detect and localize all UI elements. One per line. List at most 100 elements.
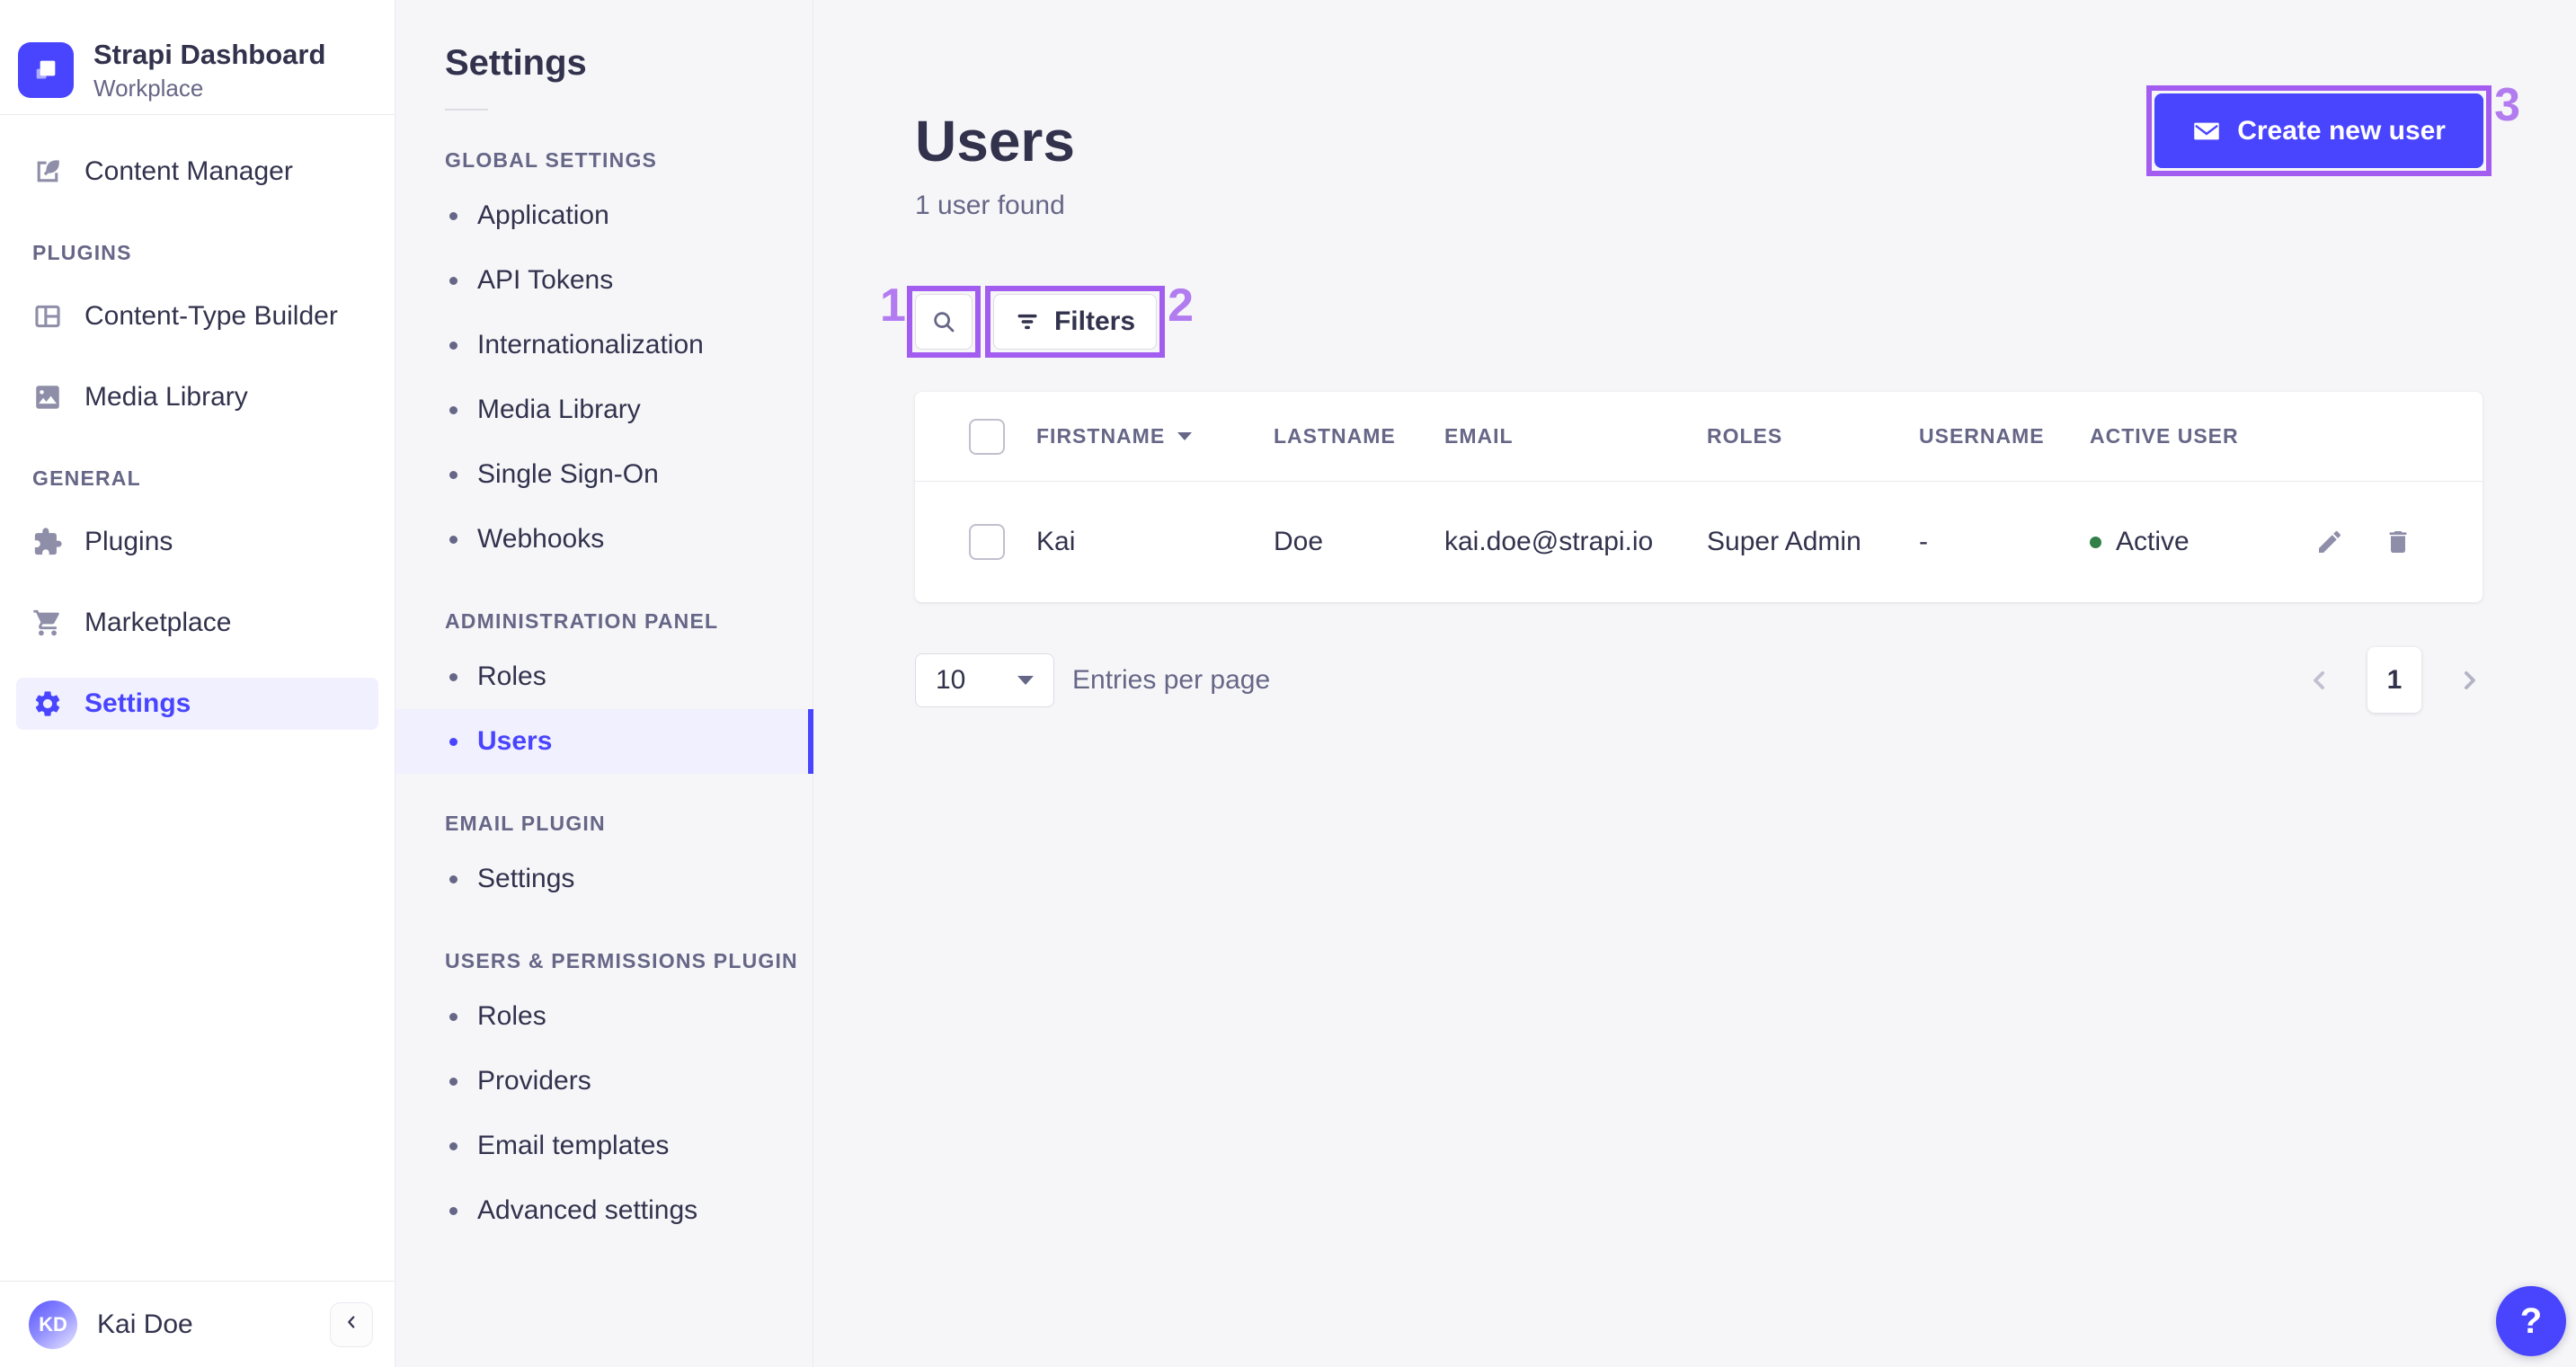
workspace-title: Strapi Dashboard bbox=[93, 38, 326, 70]
create-new-user-label: Create new user bbox=[2237, 115, 2446, 146]
subnav-item-up-roles[interactable]: Roles bbox=[395, 984, 813, 1049]
active-status-dot bbox=[2090, 536, 2101, 548]
bullet-icon bbox=[449, 672, 457, 681]
workspace-brand[interactable]: Strapi Dashboard Workplace bbox=[0, 0, 395, 115]
page-size-value: 10 bbox=[936, 664, 966, 695]
column-header-active-user[interactable]: ACTIVE USER bbox=[2090, 424, 2276, 448]
subnav-item-webhooks[interactable]: Webhooks bbox=[395, 507, 813, 572]
subnav-item-email-settings[interactable]: Settings bbox=[395, 847, 813, 911]
cell-active-status: Active bbox=[2090, 527, 2276, 557]
chevron-left-icon bbox=[342, 1312, 361, 1336]
annotation-box-1: 1 bbox=[880, 282, 981, 358]
previous-page-button[interactable] bbox=[2306, 667, 2333, 694]
strapi-admin-app: Strapi Dashboard Workplace Content Manag… bbox=[0, 0, 2576, 1367]
bullet-icon bbox=[449, 737, 457, 746]
subnav-item-label: API Tokens bbox=[477, 265, 614, 295]
column-label: ACTIVE USER bbox=[2090, 424, 2239, 448]
annotation-label-1: 1 bbox=[880, 280, 906, 332]
subnav-item-single-sign-on[interactable]: Single Sign-On bbox=[395, 442, 813, 507]
subnav-item-email-templates[interactable]: Email templates bbox=[395, 1114, 813, 1178]
help-button[interactable]: ? bbox=[2496, 1286, 2566, 1356]
bullet-icon bbox=[449, 1206, 457, 1215]
search-icon bbox=[930, 308, 957, 335]
column-header-firstname[interactable]: FIRSTNAME bbox=[1036, 424, 1274, 448]
collapse-sidebar-button[interactable] bbox=[330, 1301, 373, 1347]
subnav-item-label: Roles bbox=[477, 661, 546, 691]
subnav-item-admin-users[interactable]: Users bbox=[395, 709, 813, 774]
puzzle-icon bbox=[32, 527, 63, 557]
sidebar-item-settings[interactable]: Settings bbox=[16, 678, 378, 730]
layout-icon bbox=[32, 301, 63, 332]
subnav-item-admin-roles[interactable]: Roles bbox=[395, 644, 813, 709]
strapi-logo-icon bbox=[18, 42, 74, 98]
annotation-box-2: 2 Filters bbox=[985, 282, 1194, 358]
list-toolbar: 1 2 Filters bbox=[880, 282, 2492, 358]
delete-user-button[interactable] bbox=[2384, 528, 2412, 556]
workspace-subtitle: Workplace bbox=[93, 75, 204, 102]
sidebar-item-plugins[interactable]: Plugins bbox=[16, 516, 378, 568]
subnav-item-api-tokens[interactable]: API Tokens bbox=[395, 248, 813, 313]
search-button[interactable] bbox=[915, 294, 973, 350]
sidebar-section-plugins: PLUGINS bbox=[32, 241, 132, 264]
subnav-item-application[interactable]: Application bbox=[395, 183, 813, 248]
page-title: Users bbox=[915, 109, 1075, 173]
next-page-button[interactable] bbox=[2456, 667, 2483, 694]
bullet-icon bbox=[449, 874, 457, 883]
column-label: FIRSTNAME bbox=[1036, 424, 1166, 448]
chevron-down-icon bbox=[1017, 675, 1034, 685]
bullet-icon bbox=[449, 470, 457, 479]
bullet-icon bbox=[449, 1141, 457, 1150]
subnav-item-label: Providers bbox=[477, 1066, 591, 1096]
bullet-icon bbox=[449, 405, 457, 414]
sidebar-item-media-library[interactable]: Media Library bbox=[16, 371, 378, 423]
cart-icon bbox=[32, 608, 63, 638]
sidebar-item-marketplace[interactable]: Marketplace bbox=[16, 597, 378, 649]
annotation-label-3: 3 bbox=[2494, 79, 2520, 131]
column-header-email[interactable]: EMAIL bbox=[1444, 424, 1707, 448]
users-page: Users 1 user found 3 Create new user 1 2… bbox=[813, 0, 2576, 1367]
brand-text: Strapi Dashboard Workplace bbox=[93, 38, 325, 102]
sidebar-item-label: Content-Type Builder bbox=[84, 301, 338, 331]
column-label: USERNAME bbox=[1919, 424, 2045, 448]
question-mark-icon: ? bbox=[2519, 1300, 2543, 1341]
subnav-item-label: Advanced settings bbox=[477, 1195, 698, 1225]
table-row[interactable]: Kai Doe kai.doe@strapi.io Super Admin - … bbox=[915, 482, 2483, 602]
subnav-section-administration-panel: ADMINISTRATION PANEL bbox=[445, 609, 719, 633]
users-count-text: 1 user found bbox=[915, 191, 1065, 220]
subnav-item-media-library[interactable]: Media Library bbox=[395, 377, 813, 442]
filters-button[interactable]: Filters bbox=[993, 294, 1157, 350]
user-avatar[interactable]: KD bbox=[29, 1300, 77, 1349]
edit-user-button[interactable] bbox=[2315, 528, 2344, 556]
bullet-icon bbox=[449, 211, 457, 220]
row-actions bbox=[2276, 528, 2429, 556]
subnav-item-label: Webhooks bbox=[477, 524, 605, 554]
cell-username: - bbox=[1919, 527, 1928, 556]
create-new-user-button[interactable]: Create new user bbox=[2154, 93, 2483, 168]
sidebar-section-general: GENERAL bbox=[32, 466, 141, 490]
page-1-button[interactable]: 1 bbox=[2367, 647, 2421, 713]
cell-email: kai.doe@strapi.io bbox=[1444, 527, 1654, 556]
subnav-item-label: Internationalization bbox=[477, 330, 704, 360]
sidebar-item-label: Media Library bbox=[84, 382, 248, 412]
sidebar-nav: Content Manager PLUGINS Content-Type Bui… bbox=[0, 115, 395, 730]
annotation-box-3: 3 Create new user bbox=[2146, 82, 2520, 176]
column-label: EMAIL bbox=[1444, 424, 1514, 448]
sidebar-item-label: Marketplace bbox=[84, 608, 232, 637]
column-header-username[interactable]: USERNAME bbox=[1919, 424, 2090, 448]
subnav-item-label: Email templates bbox=[477, 1131, 670, 1160]
sidebar-item-content-type-builder[interactable]: Content-Type Builder bbox=[16, 290, 378, 342]
gear-icon bbox=[32, 688, 63, 719]
subnav-item-label: Application bbox=[477, 200, 609, 230]
column-header-lastname[interactable]: LASTNAME bbox=[1274, 424, 1444, 448]
row-checkbox[interactable] bbox=[969, 524, 1005, 560]
subnav-item-providers[interactable]: Providers bbox=[395, 1049, 813, 1114]
page-size-select[interactable]: 10 bbox=[915, 652, 1054, 707]
sidebar-item-content-manager[interactable]: Content Manager bbox=[16, 146, 378, 198]
subnav-item-internationalization[interactable]: Internationalization bbox=[395, 313, 813, 377]
subnav-item-advanced-settings[interactable]: Advanced settings bbox=[395, 1178, 813, 1243]
column-header-roles[interactable]: ROLES bbox=[1707, 424, 1919, 448]
sidebar-item-label: Content Manager bbox=[84, 156, 293, 186]
subnav-section-users-permissions-plugin: USERS & PERMISSIONS PLUGIN bbox=[445, 949, 798, 972]
select-all-checkbox[interactable] bbox=[969, 418, 1005, 455]
sort-descending-icon bbox=[1177, 432, 1193, 440]
